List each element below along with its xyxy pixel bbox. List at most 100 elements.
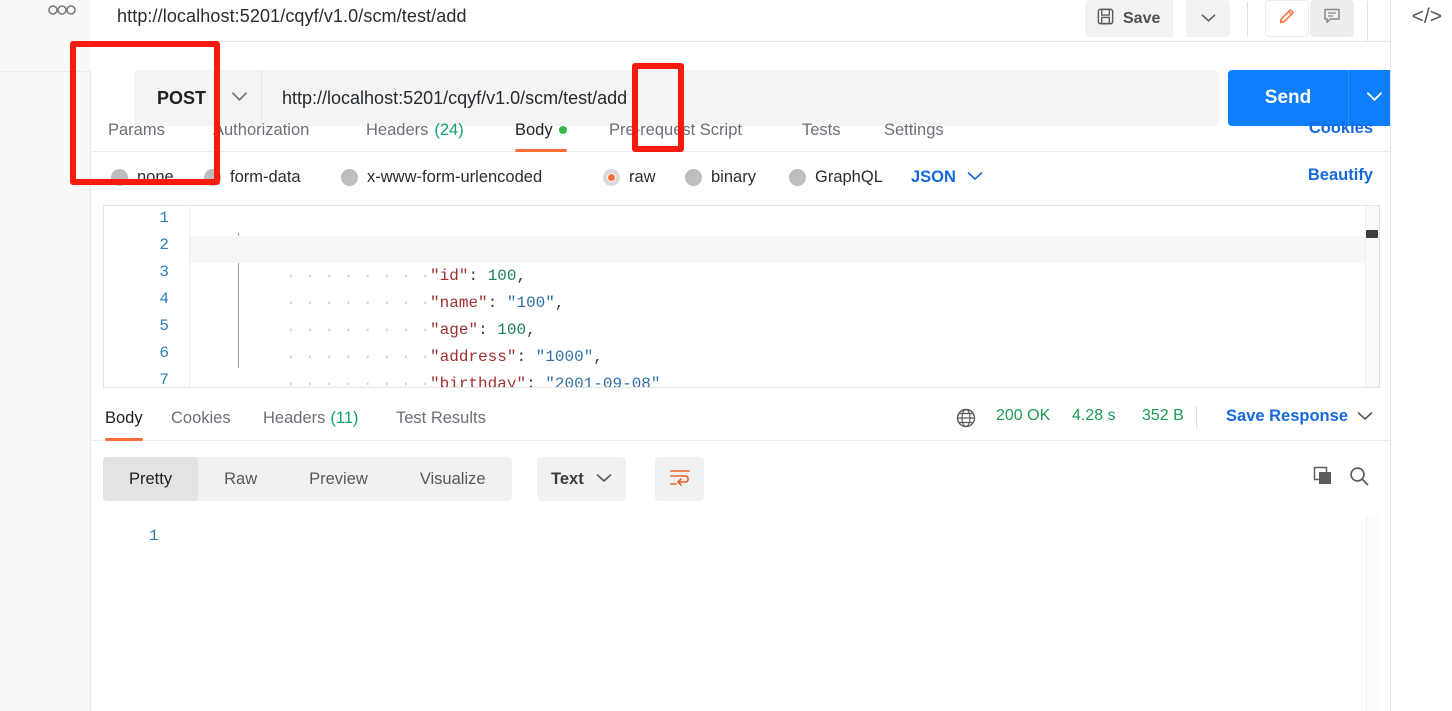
- tab-label: Body: [515, 120, 553, 139]
- tab-label: Pre-request Script: [609, 120, 742, 139]
- unsaved-dot-icon: [558, 126, 567, 134]
- chevron-down-icon: [1357, 407, 1373, 426]
- cookies-link[interactable]: Cookies: [1309, 119, 1373, 138]
- save-response-button[interactable]: Save Response: [1226, 407, 1373, 426]
- editor-code-area[interactable]: { · · · · · · · ·"id": 100, · · · · · · …: [190, 206, 1379, 387]
- edit-request-button[interactable]: [1265, 0, 1309, 37]
- response-tab-cookies[interactable]: Cookies: [171, 395, 231, 441]
- radio-label: GraphQL: [815, 167, 883, 186]
- more-options-icon[interactable]: [47, 3, 77, 20]
- code-line: · · · · · · · ·"address": "1000",: [286, 348, 603, 366]
- response-tabs: Body Cookies Headers (11) Test Results 2…: [91, 395, 1390, 441]
- chevron-down-icon: [231, 89, 248, 107]
- radio-label: raw: [629, 167, 656, 186]
- tab-label: Settings: [884, 120, 944, 139]
- radio-label: none: [137, 167, 174, 186]
- line-number: 7: [159, 371, 169, 388]
- line-number: 4: [159, 290, 169, 308]
- line-number: 1: [149, 527, 159, 545]
- wrap-lines-button[interactable]: [655, 457, 704, 501]
- postman-window: http://localhost:5201/cqyf/v1.0/scm/test…: [0, 0, 1452, 711]
- tab-params[interactable]: Params: [108, 108, 165, 152]
- response-view-preview[interactable]: Preview: [283, 457, 394, 501]
- response-view-visualize[interactable]: Visualize: [394, 457, 512, 501]
- response-body-viewer[interactable]: 1: [103, 515, 1380, 711]
- pencil-icon: [1277, 6, 1297, 31]
- body-format-label: JSON: [911, 167, 956, 186]
- code-line: · · · · · · · ·"birthday": "2001-09-08": [286, 375, 661, 388]
- body-type-binary[interactable]: binary: [685, 158, 756, 196]
- copy-button[interactable]: [1307, 462, 1339, 494]
- radio-label: x-www-form-urlencoded: [367, 167, 543, 186]
- floppy-disk-icon: [1096, 7, 1115, 31]
- save-button[interactable]: Save: [1085, 0, 1174, 37]
- chevron-down-icon: [596, 470, 612, 488]
- response-tab-headers[interactable]: Headers (11): [263, 395, 359, 441]
- status-badge: 200 OK: [996, 407, 1051, 424]
- url-bar: POST http://localhost:5201/cqyf/v1.0/scm…: [91, 42, 1400, 126]
- line-number: 5: [159, 317, 169, 335]
- radio-label: form-data: [230, 167, 301, 186]
- tab-authorization[interactable]: Authorization: [213, 108, 309, 152]
- response-format-selector[interactable]: Text: [537, 457, 626, 501]
- comment-button[interactable]: [1310, 0, 1354, 37]
- response-tab-body[interactable]: Body: [105, 395, 143, 441]
- body-type-raw[interactable]: raw: [603, 158, 656, 196]
- editor-scrollbar[interactable]: [1365, 206, 1379, 387]
- tab-count: (24): [434, 120, 464, 139]
- response-scrollbar[interactable]: [1366, 515, 1380, 711]
- radio-icon: [789, 168, 806, 186]
- editor-gutter: 1 2 3 4 5 6 7: [104, 206, 190, 387]
- right-rail: </>: [1390, 0, 1452, 711]
- code-snippet-icon[interactable]: </>: [1412, 5, 1442, 29]
- radio-icon: [685, 168, 702, 186]
- code-line: · · · · · · · ·"name": "100",: [286, 294, 565, 312]
- tab-label: Headers: [366, 120, 429, 139]
- body-format-selector[interactable]: JSON: [911, 158, 983, 196]
- body-type-row: none form-data x-www-form-urlencoded raw…: [91, 152, 1390, 204]
- response-view-raw[interactable]: Raw: [198, 457, 283, 501]
- radio-label: binary: [711, 167, 756, 186]
- tab-count: (11): [330, 408, 359, 427]
- tab-body[interactable]: Body: [515, 108, 567, 152]
- radio-icon: [111, 168, 128, 186]
- response-view-pretty[interactable]: Pretty: [103, 457, 199, 501]
- line-number: 6: [159, 344, 169, 362]
- line-number: 1: [159, 209, 169, 227]
- body-type-graphql[interactable]: GraphQL: [789, 158, 883, 196]
- search-button[interactable]: [1343, 462, 1375, 494]
- tab-label: Params: [108, 120, 165, 139]
- tab-tests[interactable]: Tests: [802, 108, 841, 152]
- save-response-label: Save Response: [1226, 407, 1348, 425]
- copy-icon: [1312, 465, 1334, 492]
- tab-pre-request-script[interactable]: Pre-request Script: [609, 108, 742, 152]
- beautify-button[interactable]: Beautify: [1308, 166, 1373, 185]
- request-header: http://localhost:5201/cqyf/v1.0/scm/test…: [91, 0, 1390, 42]
- editor-scrollbar-thumb[interactable]: [1366, 230, 1378, 238]
- body-type-none[interactable]: none: [111, 158, 174, 196]
- tab-label: Body: [105, 408, 143, 427]
- code-line: · · · · · · · ·"age": 100,: [286, 321, 536, 339]
- tab-headers[interactable]: Headers (24): [366, 108, 464, 152]
- chevron-down-icon: [1366, 89, 1383, 107]
- request-pane: http://localhost:5201/cqyf/v1.0/scm/test…: [91, 0, 1400, 711]
- toolbar-divider-2: [1367, 1, 1368, 41]
- method-label: POST: [157, 87, 207, 108]
- request-body-editor[interactable]: 1 2 3 4 5 6 7 { · · · · · · · ·"id": 100…: [103, 205, 1380, 388]
- tab-label: Cookies: [171, 408, 231, 427]
- body-type-form-data[interactable]: form-data: [204, 158, 301, 196]
- url-value: http://localhost:5201/cqyf/v1.0/scm/test…: [282, 87, 628, 108]
- code-line: · · · ·}: [190, 371, 1379, 387]
- body-type-urlencoded[interactable]: x-www-form-urlencoded: [341, 158, 542, 196]
- save-options-button[interactable]: [1186, 0, 1230, 37]
- tab-settings[interactable]: Settings: [884, 108, 944, 152]
- response-tab-test-results[interactable]: Test Results: [396, 395, 486, 441]
- left-rail: [0, 0, 100, 711]
- wrap-lines-icon: [669, 468, 691, 491]
- search-icon: [1348, 465, 1370, 492]
- meta-divider: [1196, 406, 1197, 429]
- radio-icon: [341, 168, 358, 186]
- code-line: · · · · · · · ·"id": 100,: [190, 236, 1379, 285]
- response-size: 352 B: [1142, 407, 1184, 424]
- tab-label: Tests: [802, 120, 841, 139]
